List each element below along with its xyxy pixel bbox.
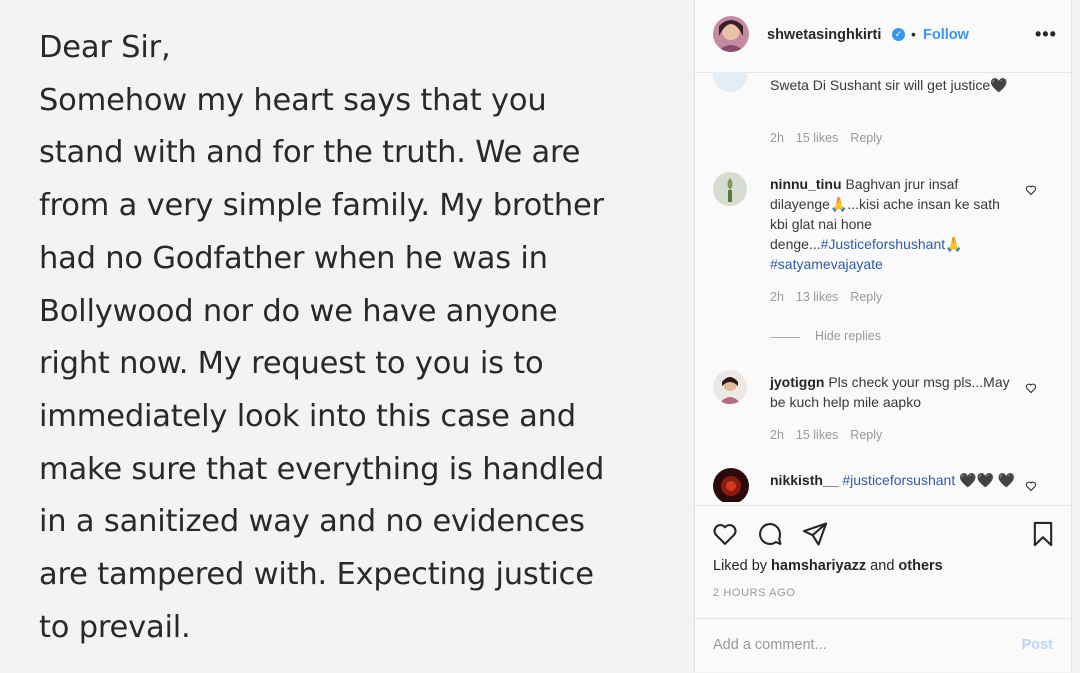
- hide-replies-line: [770, 337, 800, 338]
- comment-meta: 2h 15 likes Reply: [770, 428, 894, 442]
- liked-prefix: Liked by: [713, 558, 772, 574]
- comment-emoji: 🙏: [945, 236, 963, 252]
- post-actions: Liked by hamshariyazz and others 2 HOURS…: [695, 505, 1071, 616]
- comment-text: jyotiggn Pls check your msg pls...May be…: [770, 372, 1020, 412]
- liked-middle: and: [866, 558, 899, 574]
- comment-meta: 2h 13 likes Reply: [770, 290, 894, 304]
- bookmark-icon[interactable]: [1029, 520, 1057, 548]
- hashtag-link[interactable]: #Justiceforshushant: [821, 236, 946, 252]
- post-header: shwetasinghkirti ✓ • Follow •••: [695, 0, 1071, 73]
- comment-likes[interactable]: 13 likes: [796, 290, 838, 304]
- more-icon[interactable]: •••: [1035, 24, 1057, 45]
- commenter-avatar[interactable]: [713, 370, 747, 404]
- comment-time: 2h: [770, 428, 784, 442]
- commenter-avatar[interactable]: [713, 468, 749, 502]
- reply-button[interactable]: Reply: [850, 131, 882, 145]
- note-line: Bollywood nor do we have anyone: [39, 293, 558, 329]
- note-line: right now. My request to you is to: [39, 346, 544, 382]
- liked-user-link[interactable]: hamshariyazz: [771, 558, 866, 574]
- comment-username[interactable]: nikkisth__: [770, 472, 838, 488]
- comment-like-heart-icon[interactable]: [1025, 382, 1037, 394]
- comment-text: Sweta Di Sushant sir will get justice🖤: [770, 77, 1008, 93]
- note-line: Dear Sir,: [39, 30, 171, 65]
- heart-icon[interactable]: [711, 520, 739, 548]
- comment-like-heart-icon[interactable]: [1025, 184, 1037, 196]
- comment-time: 2h: [770, 290, 784, 304]
- commenter-avatar[interactable]: yours: [713, 72, 747, 92]
- note-line: to prevail.: [39, 609, 191, 645]
- comment-like-heart-icon[interactable]: [1025, 480, 1037, 492]
- note-line: in a sanitized way and no evidences: [39, 504, 585, 540]
- hide-replies-button[interactable]: Hide replies: [815, 329, 881, 343]
- note-line: immediately look into this case and: [39, 398, 576, 434]
- comment-emoji: 🖤🖤 🖤: [955, 472, 1016, 488]
- author-username[interactable]: shwetasinghkirti: [767, 27, 881, 43]
- author-avatar[interactable]: [713, 16, 749, 52]
- post-comment-button[interactable]: Post: [1022, 637, 1053, 653]
- post-image: Dear Sir, Somehow my heart says that you…: [14, 0, 694, 672]
- comment-text: nikkisth__ #justiceforsushant 🖤🖤 🖤: [770, 470, 1020, 490]
- liked-others-link[interactable]: others: [898, 558, 942, 574]
- separator-dot: •: [911, 26, 916, 42]
- comment-likes[interactable]: 15 likes: [796, 428, 838, 442]
- reply-button[interactable]: Reply: [850, 290, 882, 304]
- add-comment-bar: Add a comment... Post: [695, 618, 1071, 673]
- comment-icon[interactable]: [756, 520, 784, 548]
- verified-badge-icon: ✓: [892, 28, 905, 41]
- hashtag-link[interactable]: #justiceforsushant: [842, 472, 955, 488]
- comment-text: ninnu_tinu Baghvan jrur insaf dilayenge🙏…: [770, 174, 1020, 274]
- note-line: had no Godfather when he was in: [39, 240, 548, 276]
- hashtag-link[interactable]: #satyamevajayate: [770, 256, 883, 272]
- comment-meta: 2h 15 likes Reply: [770, 131, 894, 145]
- follow-button[interactable]: Follow: [923, 27, 969, 43]
- commenter-avatar[interactable]: [713, 172, 747, 206]
- note-line: Somehow my heart says that you: [39, 82, 547, 118]
- note-line: from a very simple family. My brother: [39, 188, 604, 224]
- comment-time: 2h: [770, 131, 784, 145]
- note-line: stand with and for the truth. We are: [39, 135, 581, 171]
- comment-username[interactable]: jyotiggn: [770, 374, 824, 390]
- comment-likes[interactable]: 15 likes: [796, 131, 838, 145]
- note-line: are tampered with. Expecting justice: [39, 557, 594, 593]
- share-icon[interactable]: [801, 520, 829, 548]
- post-timestamp[interactable]: 2 HOURS AGO: [713, 587, 795, 599]
- post-side-panel: shwetasinghkirti ✓ • Follow ••• yours Sw…: [694, 0, 1072, 672]
- add-comment-input[interactable]: Add a comment...: [713, 637, 827, 653]
- liked-by-text: Liked by hamshariyazz and others: [713, 558, 943, 574]
- reply-button[interactable]: Reply: [850, 428, 882, 442]
- comments-list[interactable]: yours Sweta Di Sushant sir will get just…: [695, 72, 1071, 502]
- comment-username[interactable]: ninnu_tinu: [770, 176, 842, 192]
- note-line: make sure that everything is handled: [39, 451, 605, 487]
